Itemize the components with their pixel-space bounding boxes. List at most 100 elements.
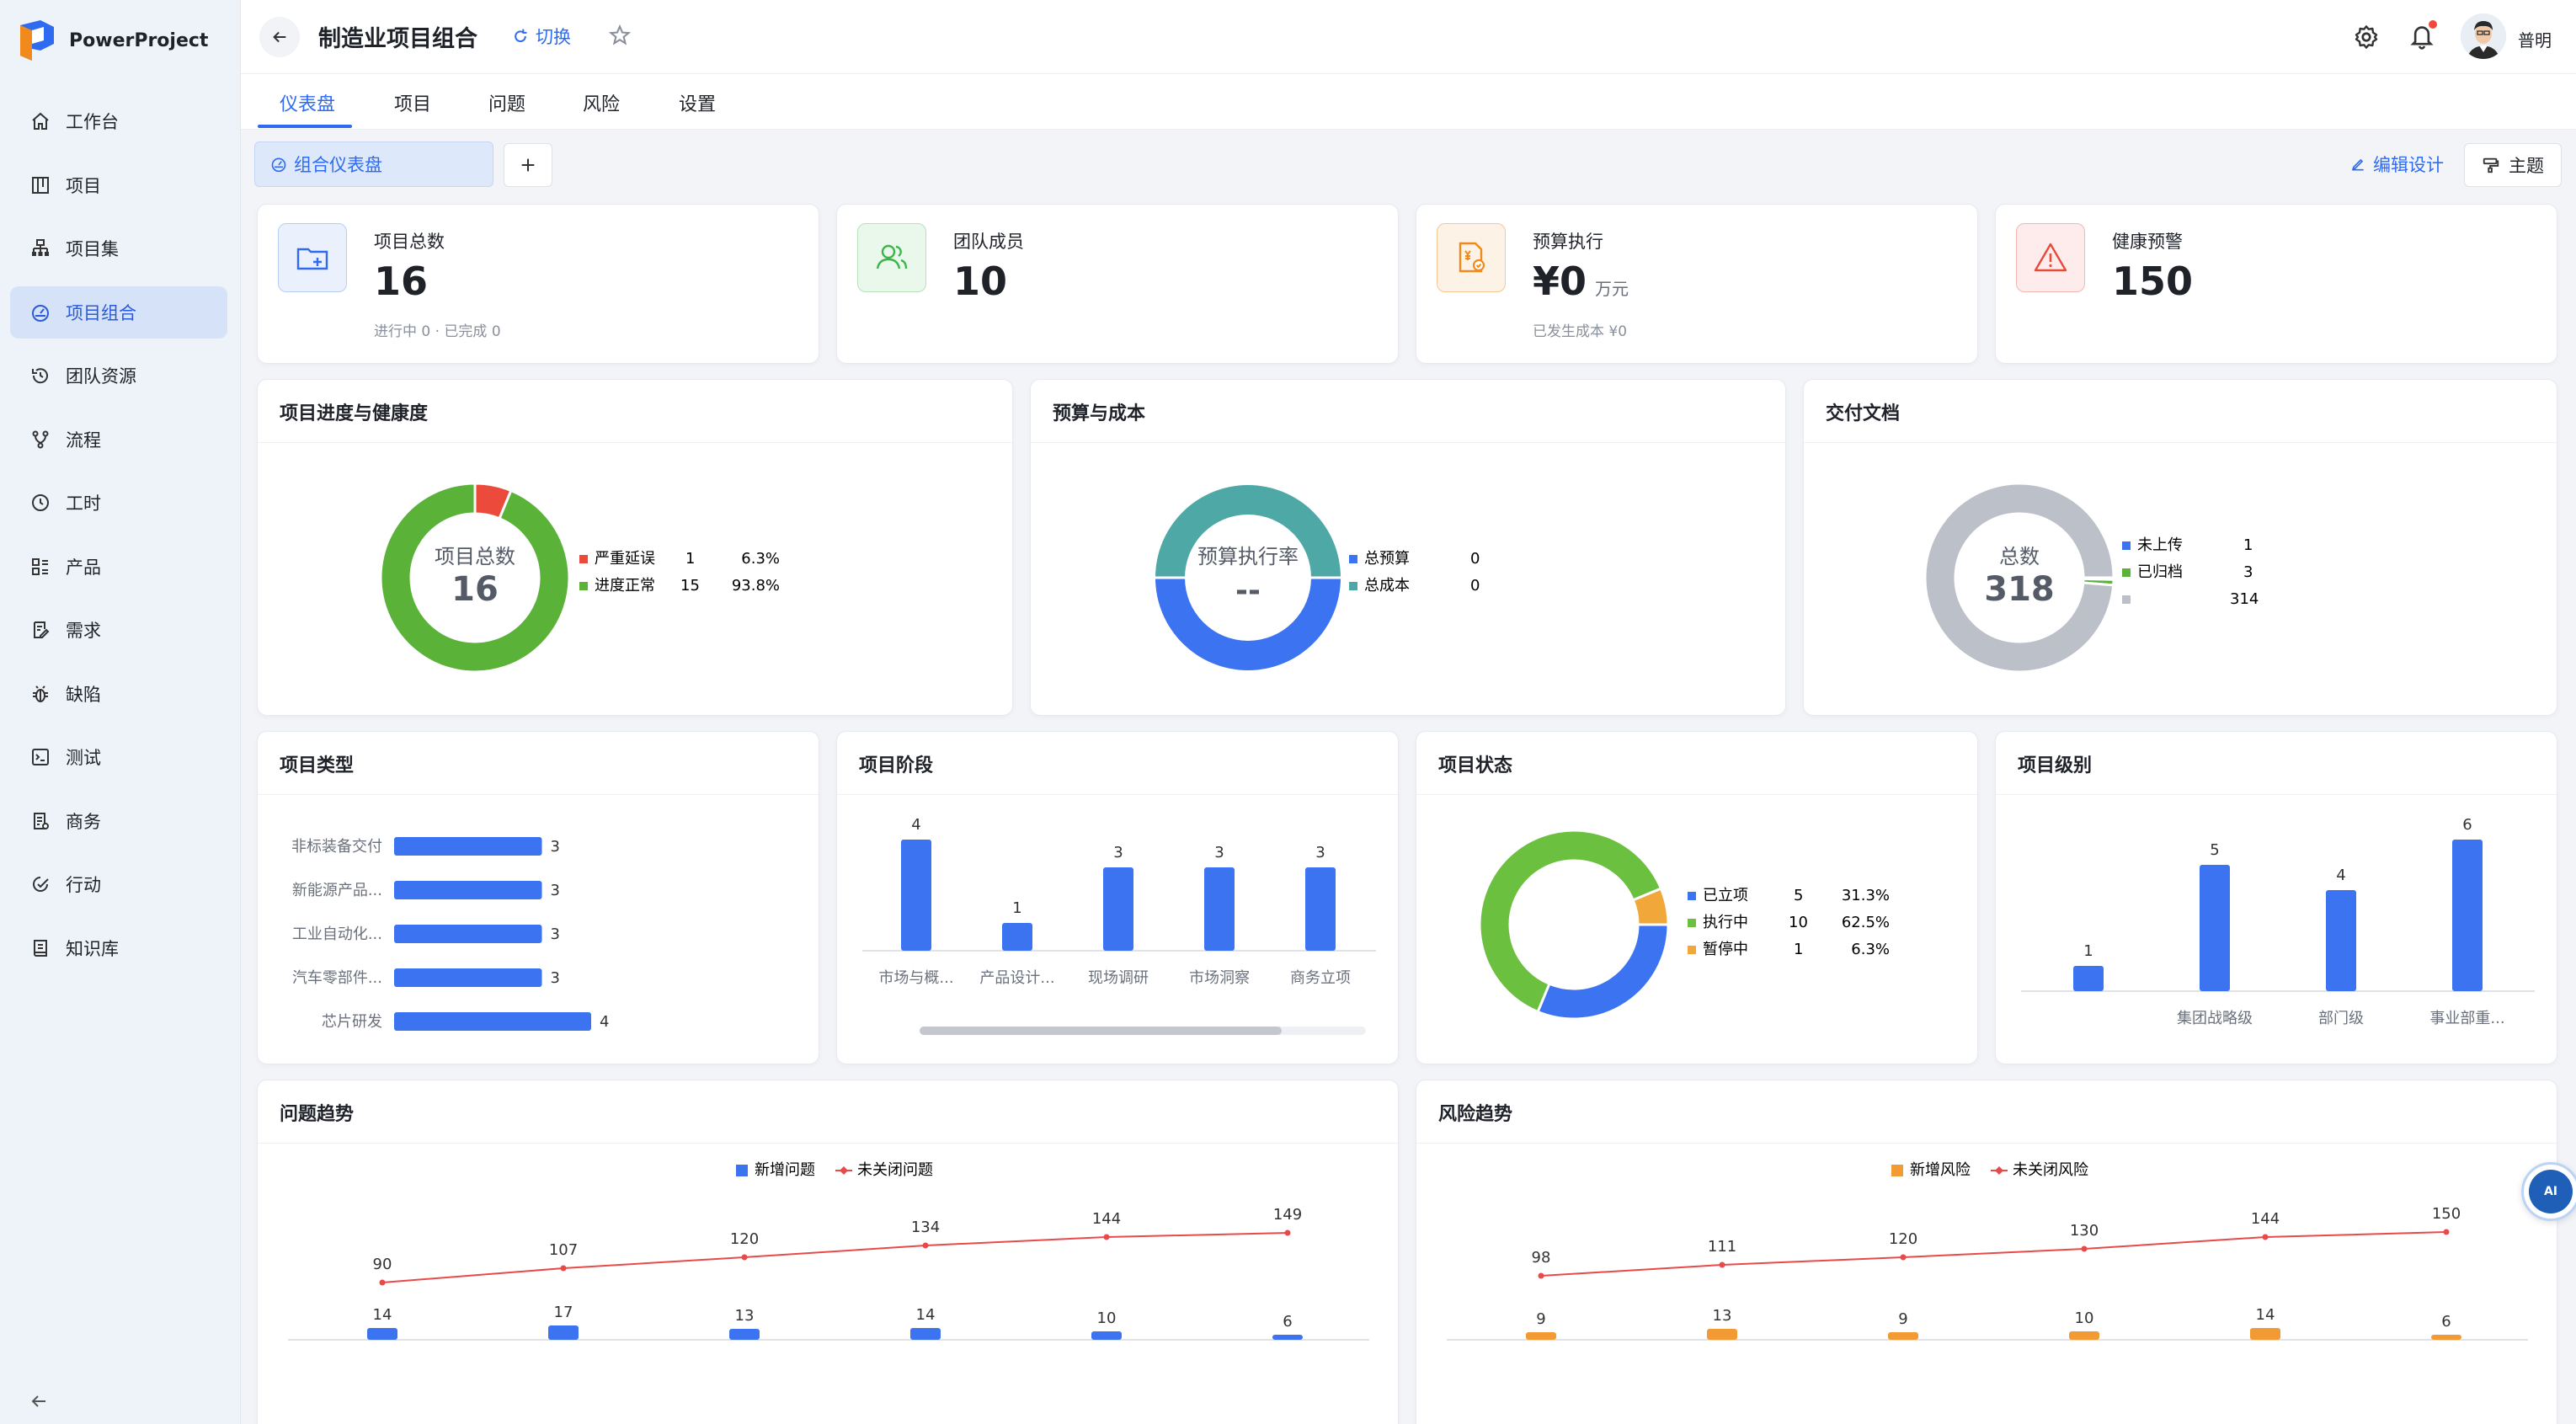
trend-line: [381, 1232, 1288, 1283]
trend-point: [1719, 1261, 1725, 1268]
kpi-label: 团队成员: [953, 232, 1024, 252]
switch-button[interactable]: 切换: [512, 24, 571, 49]
trend-point: [2262, 1234, 2269, 1240]
tab-settings[interactable]: 设置: [679, 89, 716, 116]
trend-point: [2081, 1245, 2088, 1252]
type-category-label: 芯片研发: [322, 1013, 382, 1031]
home-icon: [32, 112, 49, 130]
legend-count: 1: [1794, 941, 1803, 958]
tab-issues[interactable]: 问题: [488, 89, 525, 116]
edit-design-label: 编辑设计: [2373, 155, 2444, 175]
kpi-icon-wrap: [278, 223, 347, 292]
trend-point: [1284, 1229, 1291, 1236]
sidebar-item-defects[interactable]: 缺陷: [10, 668, 227, 720]
legend-count: 15: [680, 577, 700, 595]
tab-risks[interactable]: 风险: [583, 89, 620, 116]
risk-trend-card: 风险趋势 新增风险 未关闭风险 98 111 120 130 144 150 9 13 9 10 1…: [1416, 1080, 2557, 1424]
sidebar-item-workflow[interactable]: 流程: [10, 413, 227, 466]
star-icon[interactable]: [608, 24, 632, 47]
bar: [2073, 966, 2104, 991]
kpi-card-team-members[interactable]: 团队成员 10: [836, 204, 1399, 364]
sidebar-item-resources[interactable]: 团队资源: [10, 349, 227, 402]
bar-category-label: 市场与概...: [878, 969, 953, 987]
user-name: 普明: [2518, 30, 2552, 51]
bar: [901, 840, 931, 951]
donut-center-value: 318: [1984, 570, 2055, 609]
trend-point-label: 144: [1092, 1210, 1121, 1228]
logo-mark-icon: [20, 20, 54, 61]
kpi-value-text: 16: [374, 259, 429, 304]
sidebar-item-actions[interactable]: 行动: [10, 858, 227, 910]
sidebar-item-business[interactable]: 商务: [10, 795, 227, 847]
chart-scrollbar-thumb[interactable]: [920, 1027, 1282, 1035]
bar-value-label: 3: [1113, 844, 1123, 861]
kpi-card-health-alerts[interactable]: 健康预警 150: [1995, 204, 2557, 364]
theme-button[interactable]: 主题: [2464, 143, 2562, 187]
legend-label: 严重延误: [595, 550, 655, 568]
type-value-label: 3: [551, 969, 560, 987]
sidebar-item-label: 商务: [66, 811, 101, 832]
sidebar-item-programs[interactable]: 项目集: [10, 222, 227, 275]
chart-scrollbar-track[interactable]: [920, 1027, 1366, 1035]
sidebar-item-workbench[interactable]: 工作台: [10, 95, 227, 147]
active-tab-indicator: [258, 125, 352, 128]
legend-swatch: [1688, 892, 1696, 900]
sidebar-item-label: 团队资源: [66, 366, 136, 387]
kpi-value-text: 10: [953, 259, 1008, 304]
trend-point-label: 98: [1532, 1249, 1551, 1267]
legend-label: 未关闭问题: [857, 1161, 933, 1179]
back-button[interactable]: [259, 17, 300, 57]
legend-swatch: [2122, 541, 2131, 550]
trend-bar-label: 9: [1898, 1310, 1907, 1328]
project-level-card: 项目级别 1 5 集团战略级 4 部门级 6 事业部重...: [1995, 731, 2557, 1064]
dashboard-selector[interactable]: 组合仪表盘: [254, 141, 493, 187]
trend-bar: [2250, 1328, 2280, 1340]
trend-point: [379, 1279, 386, 1286]
sidebar-item-projects[interactable]: 项目: [10, 159, 227, 211]
tab-projects[interactable]: 项目: [394, 89, 431, 116]
folder-plus-icon: [296, 248, 328, 270]
trend-bar: [2431, 1335, 2461, 1340]
sidebar-item-portfolio[interactable]: 项目组合: [10, 285, 227, 339]
legend-pct: 6.3%: [1851, 941, 1890, 958]
sidebar-nav: 工作台 项目 项目集 项目组合 团队资源 流程 工时 产品 需求 缺陷 测试 商…: [10, 95, 227, 985]
risk-trend-chart: 新增风险 未关闭风险 98 111 120 130 144 150 9 13 9 10 14 6: [1447, 1161, 2528, 1341]
bar-value-label: 4: [911, 816, 920, 834]
bar-value-label: 1: [2083, 942, 2093, 960]
dashboard-icon: [32, 304, 49, 322]
bar-value-label: 6: [2462, 816, 2472, 834]
tab-dashboard[interactable]: 仪表盘: [280, 89, 335, 116]
kpi-card-budget[interactable]: 预算执行 ¥0 万元 已发生成本 ¥0: [1416, 204, 1978, 364]
issue-trend-chart: 新增问题 未关闭问题 90 107 120 134 144 149 14 17 13 14 10 6: [288, 1161, 1369, 1341]
health-donut-chart: 项目总数 16 严重延误 1 6.3% 进度正常 15 93.8%: [379, 482, 780, 674]
sidebar-item-knowledge[interactable]: 知识库: [10, 922, 227, 974]
sidebar-item-timesheet[interactable]: 工时: [10, 477, 227, 529]
legend-label: 进度正常: [595, 577, 655, 595]
trend-bar: [729, 1329, 760, 1340]
legend-label: 总预算: [1364, 550, 1410, 568]
collapse-sidebar-icon[interactable]: [29, 1391, 49, 1411]
sidebar-item-products[interactable]: 产品: [10, 541, 227, 593]
avatar[interactable]: [2461, 13, 2506, 59]
book-icon: [34, 939, 47, 957]
sidebar-item-testing[interactable]: 测试: [10, 731, 227, 783]
dashboard-selector-label: 组合仪表盘: [294, 155, 382, 175]
donut-slice: [1536, 923, 1670, 1021]
edit-design-button[interactable]: 编辑设计: [2349, 152, 2444, 177]
trend-point-label: 149: [1273, 1206, 1302, 1224]
legend-label: 已归档: [2137, 563, 2183, 581]
legend-swatch-bar: [736, 1165, 748, 1176]
gear-icon[interactable]: [2353, 24, 2380, 51]
trend-bar-label: 13: [735, 1307, 755, 1325]
add-dashboard-button[interactable]: [504, 143, 552, 187]
kpi-card-total-projects[interactable]: 项目总数 16 进行中 0 · 已完成 0: [257, 204, 819, 364]
legend-swatch: [2122, 568, 2131, 577]
kpi-icon-wrap: [857, 223, 926, 292]
type-bar: [394, 837, 542, 856]
app-logo[interactable]: PowerProject: [15, 19, 208, 62]
ai-assistant-button[interactable]: AI: [2521, 1162, 2576, 1221]
sidebar-item-label: 需求: [66, 621, 101, 641]
budget-donut-chart: 预算执行率 -- 总预算 0 总成本 0: [1155, 485, 1480, 670]
legend-label: 新增风险: [1910, 1161, 1971, 1179]
sidebar-item-requirements[interactable]: 需求: [10, 604, 227, 656]
